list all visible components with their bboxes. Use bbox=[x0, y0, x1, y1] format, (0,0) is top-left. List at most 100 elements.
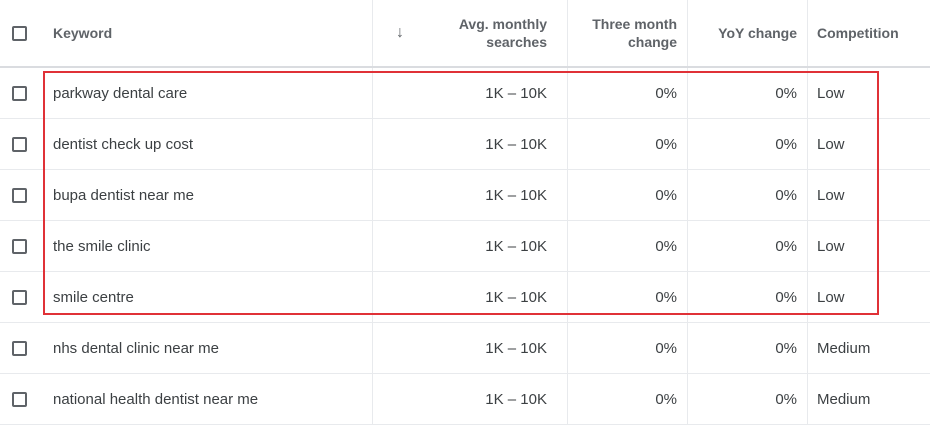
row-checkbox[interactable] bbox=[11, 391, 27, 407]
competition-cell: Low bbox=[807, 221, 930, 271]
sort-spacer-cell bbox=[372, 221, 428, 271]
header-avg-label: Avg. monthly searches bbox=[459, 15, 547, 51]
row-checkbox[interactable] bbox=[11, 187, 27, 203]
row-checkbox[interactable] bbox=[11, 289, 27, 305]
keyword-text: parkway dental care bbox=[53, 84, 188, 102]
row-check-cell bbox=[0, 374, 38, 424]
keyword-cell: the smile clinic bbox=[38, 221, 372, 271]
table-body: parkway dental care 1K – 10K 0% 0% Low d… bbox=[0, 68, 930, 425]
sort-spacer-cell bbox=[372, 119, 428, 169]
keyword-text: bupa dentist near me bbox=[53, 186, 194, 204]
competition-cell: Medium bbox=[807, 323, 930, 373]
table-row[interactable]: bupa dentist near me 1K – 10K 0% 0% Low bbox=[0, 170, 930, 221]
avg-searches-value: 1K – 10K bbox=[485, 339, 547, 357]
yoy-cell: 0% bbox=[687, 170, 807, 220]
keyword-text: smile centre bbox=[53, 288, 134, 306]
keyword-cell: dentist check up cost bbox=[38, 119, 372, 169]
three-month-value: 0% bbox=[655, 339, 677, 357]
three-month-cell: 0% bbox=[567, 68, 687, 118]
row-check-cell bbox=[0, 272, 38, 322]
three-month-cell: 0% bbox=[567, 374, 687, 424]
three-month-cell: 0% bbox=[567, 272, 687, 322]
three-month-value: 0% bbox=[655, 237, 677, 255]
select-all-checkbox[interactable] bbox=[11, 25, 27, 41]
header-three-line1: Three month bbox=[592, 16, 677, 32]
sort-down-arrow-icon[interactable]: ↓ bbox=[396, 24, 404, 42]
avg-searches-value: 1K – 10K bbox=[485, 186, 547, 204]
header-three-label: Three month change bbox=[592, 15, 677, 51]
avg-searches-cell: 1K – 10K bbox=[428, 170, 567, 220]
avg-searches-cell: 1K – 10K bbox=[428, 68, 567, 118]
competition-cell: Low bbox=[807, 119, 930, 169]
header-keyword[interactable]: Keyword bbox=[38, 0, 372, 66]
table-header: Keyword ↓ Avg. monthly searches Three mo… bbox=[0, 0, 930, 68]
sort-cell[interactable]: ↓ bbox=[372, 0, 428, 66]
avg-searches-cell: 1K – 10K bbox=[428, 221, 567, 271]
yoy-cell: 0% bbox=[687, 323, 807, 373]
competition-cell: Low bbox=[807, 170, 930, 220]
sort-spacer-cell bbox=[372, 170, 428, 220]
header-competition-label: Competition bbox=[817, 25, 899, 41]
table-row[interactable]: nhs dental clinic near me 1K – 10K 0% 0%… bbox=[0, 323, 930, 374]
row-checkbox[interactable] bbox=[11, 340, 27, 356]
table-row[interactable]: dentist check up cost 1K – 10K 0% 0% Low bbox=[0, 119, 930, 170]
yoy-cell: 0% bbox=[687, 119, 807, 169]
sort-spacer-cell bbox=[372, 272, 428, 322]
header-keyword-label: Keyword bbox=[53, 25, 113, 41]
header-yoy-change[interactable]: YoY change bbox=[687, 0, 807, 66]
avg-searches-cell: 1K – 10K bbox=[428, 272, 567, 322]
avg-searches-value: 1K – 10K bbox=[485, 84, 547, 102]
yoy-value: 0% bbox=[775, 237, 797, 255]
yoy-value: 0% bbox=[775, 339, 797, 357]
sort-spacer-cell bbox=[372, 68, 428, 118]
three-month-value: 0% bbox=[655, 186, 677, 204]
header-three-line2: change bbox=[627, 34, 677, 50]
table-row[interactable]: the smile clinic 1K – 10K 0% 0% Low bbox=[0, 221, 930, 272]
three-month-value: 0% bbox=[655, 135, 677, 153]
yoy-cell: 0% bbox=[687, 272, 807, 322]
competition-cell: Medium bbox=[807, 374, 930, 424]
keyword-cell: national health dentist near me bbox=[38, 374, 372, 424]
avg-searches-value: 1K – 10K bbox=[485, 237, 547, 255]
header-three-month-change[interactable]: Three month change bbox=[567, 0, 687, 66]
row-check-cell bbox=[0, 323, 38, 373]
keyword-text: national health dentist near me bbox=[53, 390, 259, 408]
row-checkbox[interactable] bbox=[11, 238, 27, 254]
select-all-cell bbox=[0, 0, 38, 66]
table-row[interactable]: smile centre 1K – 10K 0% 0% Low bbox=[0, 272, 930, 323]
row-check-cell bbox=[0, 119, 38, 169]
header-yoy-label: YoY change bbox=[718, 25, 797, 41]
yoy-value: 0% bbox=[775, 288, 797, 306]
header-avg-line2: searches bbox=[486, 34, 547, 50]
yoy-value: 0% bbox=[775, 390, 797, 408]
yoy-cell: 0% bbox=[687, 374, 807, 424]
competition-value: Medium bbox=[817, 339, 871, 357]
competition-value: Medium bbox=[817, 390, 871, 408]
header-avg-monthly-searches[interactable]: Avg. monthly searches bbox=[428, 0, 567, 66]
competition-cell: Low bbox=[807, 68, 930, 118]
table-row[interactable]: national health dentist near me 1K – 10K… bbox=[0, 374, 930, 425]
row-checkbox[interactable] bbox=[11, 136, 27, 152]
header-competition[interactable]: Competition bbox=[807, 0, 930, 66]
yoy-cell: 0% bbox=[687, 221, 807, 271]
three-month-cell: 0% bbox=[567, 221, 687, 271]
competition-value: Low bbox=[817, 84, 845, 102]
row-checkbox[interactable] bbox=[11, 85, 27, 101]
competition-value: Low bbox=[817, 288, 845, 306]
avg-searches-cell: 1K – 10K bbox=[428, 323, 567, 373]
avg-searches-cell: 1K – 10K bbox=[428, 374, 567, 424]
three-month-cell: 0% bbox=[567, 119, 687, 169]
three-month-value: 0% bbox=[655, 288, 677, 306]
avg-searches-cell: 1K – 10K bbox=[428, 119, 567, 169]
avg-searches-value: 1K – 10K bbox=[485, 288, 547, 306]
keyword-text: the smile clinic bbox=[53, 237, 151, 255]
avg-searches-value: 1K – 10K bbox=[485, 390, 547, 408]
competition-value: Low bbox=[817, 237, 845, 255]
keyword-text: dentist check up cost bbox=[53, 135, 194, 153]
yoy-value: 0% bbox=[775, 84, 797, 102]
yoy-cell: 0% bbox=[687, 68, 807, 118]
table-row[interactable]: parkway dental care 1K – 10K 0% 0% Low bbox=[0, 68, 930, 119]
keyword-cell: parkway dental care bbox=[38, 68, 372, 118]
keyword-table: Keyword ↓ Avg. monthly searches Three mo… bbox=[0, 0, 930, 425]
three-month-value: 0% bbox=[655, 390, 677, 408]
